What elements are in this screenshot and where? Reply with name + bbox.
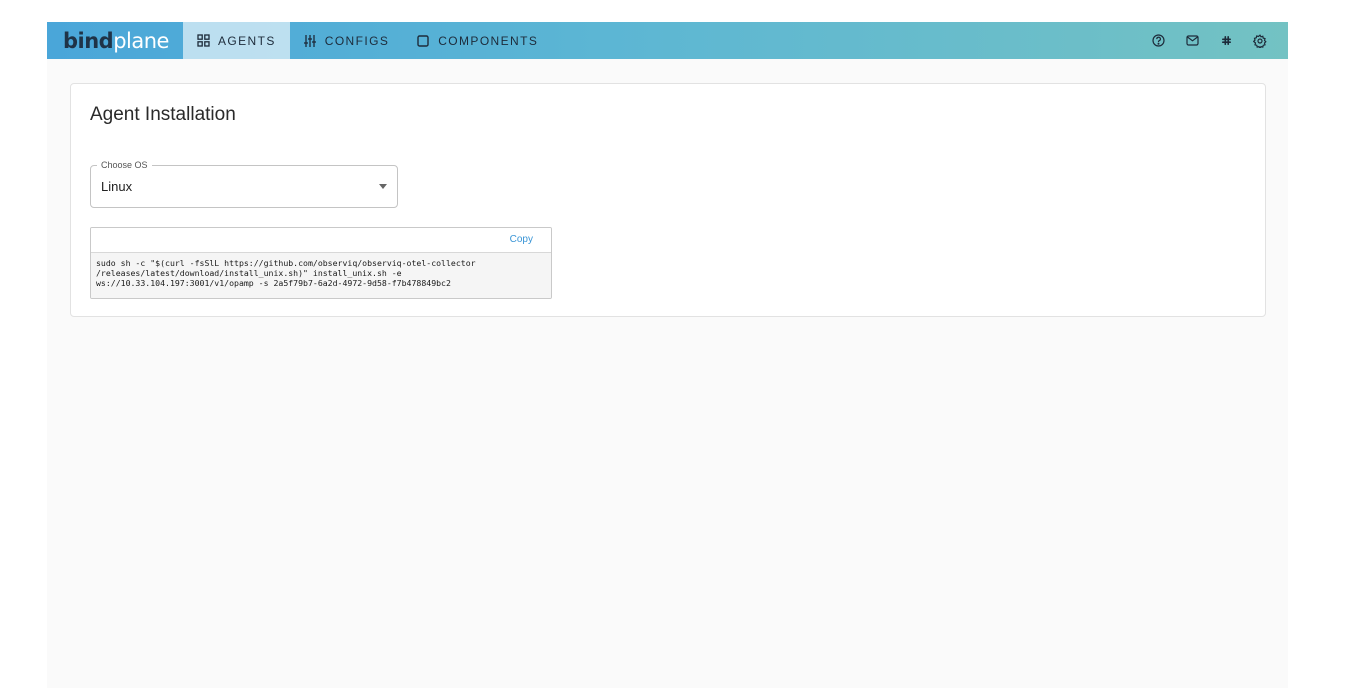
tab-configs-label: CONFIGS xyxy=(324,33,390,48)
copy-button[interactable]: Copy xyxy=(510,234,533,245)
install-command-text[interactable]: sudo sh -c "$(curl -fsSlL https://github… xyxy=(91,253,551,298)
app-root: bind plane AGENTS CONFIGS COMPONENTS Age… xyxy=(47,22,1288,688)
logo-text-bind: bind xyxy=(63,28,114,53)
page-title: Agent Installation xyxy=(90,104,236,125)
top-navigation-bar: bind plane AGENTS CONFIGS COMPONENTS xyxy=(47,22,1288,59)
square-icon xyxy=(415,33,431,49)
choose-os-value: Linux xyxy=(101,179,133,194)
grid-icon xyxy=(195,33,211,49)
help-circle-icon[interactable] xyxy=(1150,33,1166,49)
tab-components[interactable]: COMPONENTS xyxy=(403,22,552,59)
command-line: ws://10.33.104.197:3001/v1/opamp -s 2a5f… xyxy=(96,278,451,288)
agent-installation-card: Agent Installation Choose OS Linux Copy … xyxy=(70,83,1266,317)
logo-text-plane: plane xyxy=(113,28,169,53)
tab-agents-label: AGENTS xyxy=(218,33,276,48)
choose-os-select[interactable]: Choose OS Linux xyxy=(90,159,398,208)
command-line: /releases/latest/download/install_unix.s… xyxy=(96,268,402,278)
tab-agents[interactable]: AGENTS xyxy=(183,22,290,59)
mail-icon[interactable] xyxy=(1184,33,1200,49)
choose-os-label: Choose OS xyxy=(97,159,152,171)
tab-configs[interactable]: CONFIGS xyxy=(290,22,403,59)
command-line: sudo sh -c "$(curl -fsSlL https://github… xyxy=(96,258,476,268)
install-command-block: Copy sudo sh -c "$(curl -fsSlL https://g… xyxy=(90,227,552,299)
top-actions xyxy=(1150,22,1268,59)
caret-down-icon xyxy=(379,184,387,189)
sliders-icon xyxy=(302,33,318,49)
code-block-header: Copy xyxy=(91,228,551,253)
bindplane-logo[interactable]: bind plane xyxy=(47,22,183,59)
gear-icon[interactable] xyxy=(1252,33,1268,49)
slack-icon[interactable] xyxy=(1218,33,1234,49)
tab-components-label: COMPONENTS xyxy=(438,33,539,48)
